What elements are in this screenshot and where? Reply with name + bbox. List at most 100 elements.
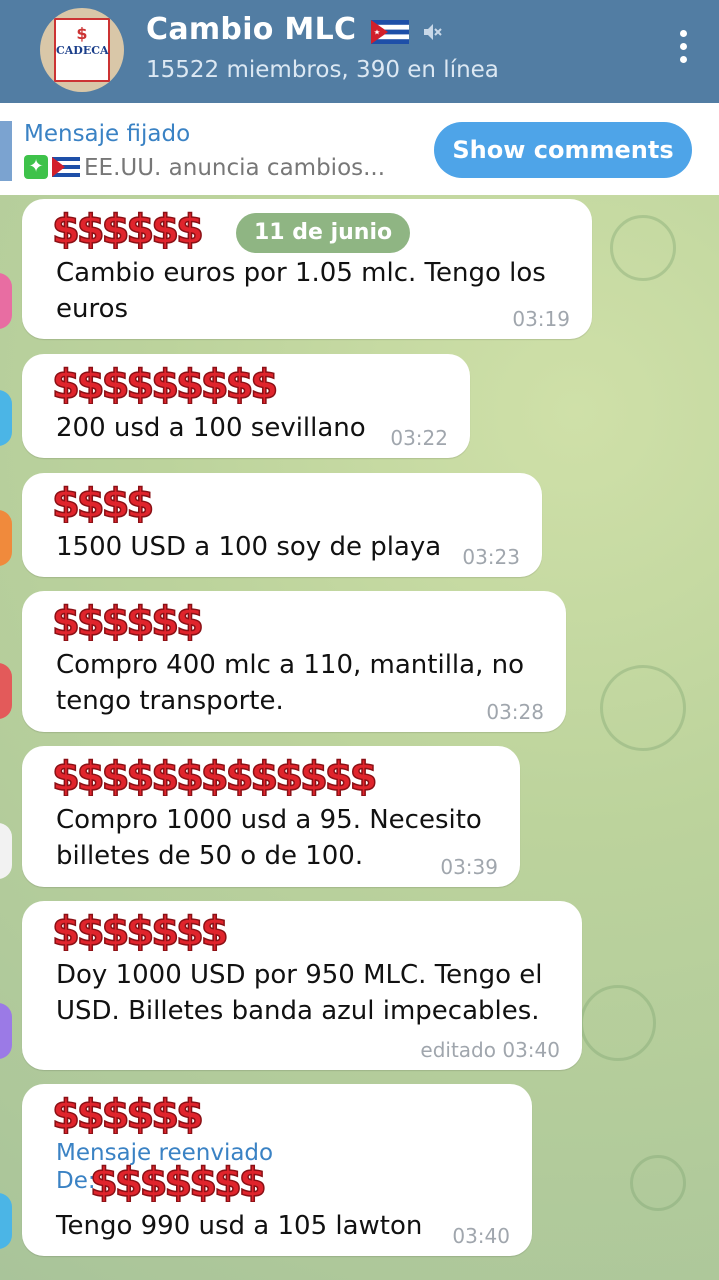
dollar-sign-mark: $ bbox=[77, 362, 105, 404]
message-text: Tengo 990 usd a 105 lawton bbox=[56, 1211, 423, 1241]
dollar-sign-mark: $ bbox=[201, 362, 229, 404]
message-text: USD. Billetes banda azul impecables. bbox=[56, 996, 540, 1026]
show-comments-button[interactable]: Show comments bbox=[434, 122, 692, 178]
channel-title: Cambio MLC bbox=[146, 12, 357, 47]
dollar-sign-mark: $ bbox=[201, 909, 229, 951]
dollar-sign-mark: $ bbox=[151, 599, 179, 641]
dollar-sign-mark: $ bbox=[52, 207, 80, 249]
dollar-sign-mark: $ bbox=[350, 754, 378, 796]
dollar-sign-mark: $ bbox=[300, 754, 328, 796]
dollar-sign-mark: $ bbox=[275, 754, 303, 796]
dollar-sign-mark: $ bbox=[151, 754, 179, 796]
message-timestamp: 03:22 bbox=[390, 426, 448, 450]
dollar-sign-mark: $ bbox=[214, 1160, 242, 1202]
dollar-sign-mark: $ bbox=[151, 207, 179, 249]
dollar-sign-mark: $ bbox=[250, 754, 278, 796]
dollar-sign-mark: $ bbox=[176, 754, 204, 796]
pinned-label: Mensaje fijado bbox=[24, 121, 191, 147]
message-bubble[interactable]: $$$$$$$$$$$$Mensaje reenviadoDe:$$$$$$$T… bbox=[22, 1084, 532, 1256]
message-text: 1500 USD a 100 soy de playa bbox=[56, 532, 442, 562]
message-timestamp: editado 03:40 bbox=[420, 1038, 560, 1062]
dollar-sign-mark: $ bbox=[164, 1160, 192, 1202]
dollar-sign-mark: $ bbox=[126, 481, 154, 523]
sender-avatar[interactable] bbox=[0, 273, 12, 329]
redacted-sender-name: $$$$$$$$$$$$$$$$$$ bbox=[51, 361, 279, 404]
dollar-sign-mark: $ bbox=[102, 599, 130, 641]
date-divider: 11 de junio bbox=[236, 213, 411, 253]
wallpaper-doodle bbox=[610, 215, 676, 281]
dollar-sign-mark: $ bbox=[126, 207, 154, 249]
dollar-sign-mark: $ bbox=[102, 754, 130, 796]
redacted-sender-name: $$$$$$$$$$$$$$$$$$$$$$$$$$ bbox=[51, 753, 378, 796]
dollar-sign-mark: $ bbox=[102, 481, 130, 523]
dollar-sign-mark: $ bbox=[151, 1092, 179, 1134]
message-text: Cambio euros por 1.05 mlc. Tengo los bbox=[56, 258, 546, 288]
message-timestamp: 03:40 bbox=[452, 1224, 510, 1248]
message-bubble[interactable]: $$$$$$$$$$$$$$$$$$ 200 usd a 100 sevillan… bbox=[22, 354, 470, 458]
dollar-sign-mark: $ bbox=[250, 362, 278, 404]
redacted-forward-sender: $$$$$$$ bbox=[89, 1159, 267, 1202]
pinned-thumbnail bbox=[0, 121, 12, 181]
message-text: 200 usd a 100 sevillano bbox=[56, 413, 366, 443]
dollar-sign-mark: $ bbox=[52, 362, 80, 404]
redacted-sender-name: $$$$$$$$$$$$ bbox=[51, 206, 204, 249]
dollar-sign-mark: $ bbox=[52, 481, 80, 523]
dollar-sign-mark: $ bbox=[77, 1092, 105, 1134]
message-timestamp: 03:39 bbox=[440, 855, 498, 879]
dollar-sign-mark: $ bbox=[176, 362, 204, 404]
cuba-flag-icon bbox=[371, 19, 410, 44]
dollar-sign-mark: $ bbox=[176, 909, 204, 951]
avatar-logo-glyph: $ bbox=[76, 24, 88, 43]
dollar-sign-mark: $ bbox=[176, 599, 204, 641]
dollar-sign-mark: $ bbox=[77, 754, 105, 796]
dollar-sign-mark: $ bbox=[102, 362, 130, 404]
more-vert-icon[interactable] bbox=[679, 30, 689, 70]
title-area[interactable]: Cambio MLC bbox=[146, 12, 443, 47]
dollar-sign-mark: $ bbox=[151, 909, 179, 951]
dollar-sign-mark: $ bbox=[176, 1092, 204, 1134]
dollar-sign-mark: $ bbox=[52, 1092, 80, 1134]
message-text: Doy 1000 USD por 950 MLC. Tengo el bbox=[56, 960, 543, 990]
message-text: billetes de 50 o de 100. bbox=[56, 841, 364, 871]
wallpaper-doodle bbox=[580, 985, 656, 1061]
message-timestamp: 03:23 bbox=[462, 545, 520, 569]
dollar-sign-mark: $ bbox=[226, 362, 254, 404]
dollar-sign-mark: $ bbox=[226, 754, 254, 796]
dollar-sign-mark: $ bbox=[126, 754, 154, 796]
pinned-preview: ✦ EE.UU. anuncia cambios... bbox=[24, 154, 385, 181]
sender-avatar[interactable] bbox=[0, 1193, 12, 1249]
cuba-flag-icon bbox=[52, 156, 80, 177]
dollar-sign-mark: $ bbox=[151, 362, 179, 404]
dollar-sign-mark: $ bbox=[77, 481, 105, 523]
dollar-sign-mark: $ bbox=[176, 207, 204, 249]
message-bubble[interactable]: $$$$$$$$$$$$ Compro 400 mlc a 110, mantil… bbox=[22, 591, 566, 732]
dollar-sign-mark: $ bbox=[77, 207, 105, 249]
message-bubble[interactable]: $$$$$$$$$$$$$$ Doy 1000 USD por 950 MLC. … bbox=[22, 901, 582, 1070]
dollar-sign-mark: $ bbox=[102, 1092, 130, 1134]
redacted-sender-name: $$$$$$$$ bbox=[51, 480, 155, 523]
sparkle-icon: ✦ bbox=[24, 154, 48, 179]
dollar-sign-mark: $ bbox=[189, 1160, 217, 1202]
wallpaper-doodle bbox=[630, 1155, 686, 1211]
avatar-logo-text: CADECA bbox=[56, 44, 109, 57]
redacted-sender-name: $$$$$$$$$$$$ bbox=[51, 598, 204, 641]
dollar-sign-mark: $ bbox=[102, 909, 130, 951]
dollar-sign-mark: $ bbox=[126, 599, 154, 641]
message-bubble[interactable]: $$$$$$$$ 1500 USD a 100 soy de playa 03:23 bbox=[22, 473, 542, 577]
sender-avatar[interactable] bbox=[0, 390, 12, 446]
muted-icon bbox=[423, 23, 442, 40]
sender-avatar[interactable] bbox=[0, 510, 12, 566]
dollar-sign-mark: $ bbox=[102, 207, 130, 249]
channel-avatar[interactable]: $ CADECA bbox=[40, 8, 124, 92]
message-bubble[interactable]: $$$$$$$$$$$$$$$$$$$$$$$$$$ Compro 1000 us… bbox=[22, 746, 520, 887]
dollar-sign-mark: $ bbox=[126, 1092, 154, 1134]
message-text: Compro 1000 usd a 95. Necesito bbox=[56, 805, 482, 835]
dollar-sign-mark: $ bbox=[126, 362, 154, 404]
message-text: Compro 400 mlc a 110, mantilla, no bbox=[56, 650, 524, 680]
sender-avatar[interactable] bbox=[0, 823, 12, 879]
dollar-sign-mark: $ bbox=[52, 754, 80, 796]
sender-avatar[interactable] bbox=[0, 1003, 12, 1059]
message-text: tengo transporte. bbox=[56, 686, 284, 716]
sender-avatar[interactable] bbox=[0, 663, 12, 719]
wallpaper-doodle bbox=[600, 665, 686, 751]
